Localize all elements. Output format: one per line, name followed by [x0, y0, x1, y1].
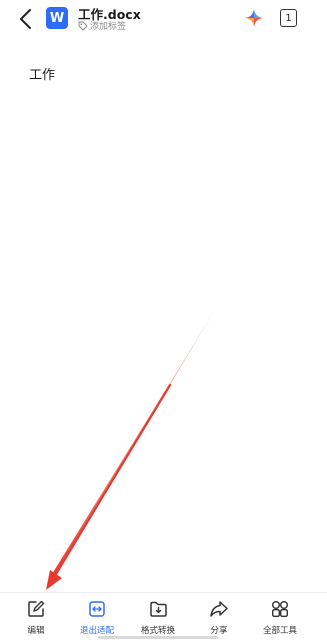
document-text: 工作: [29, 68, 56, 83]
add-tag-button[interactable]: 添加标签: [78, 19, 126, 32]
all-tools-icon: [270, 599, 290, 619]
tag-icon: [78, 21, 88, 31]
exit-fit-button[interactable]: 退出适配: [67, 599, 127, 639]
bottom-toolbar: 编辑 退出适配 格式转换 分享 全部工具: [0, 592, 327, 642]
page-count-button[interactable]: 1: [280, 9, 297, 27]
folder-convert-icon: [148, 599, 168, 619]
edit-icon: [26, 599, 46, 619]
edit-button[interactable]: 编辑: [6, 599, 66, 639]
share-label: 分享: [210, 626, 228, 636]
sparkle-icon: [245, 9, 263, 27]
word-doc-icon: W: [46, 7, 68, 29]
format-convert-label: 格式转换: [140, 626, 175, 636]
home-indicator: [98, 636, 218, 639]
share-icon: [209, 599, 229, 619]
ai-assistant-button[interactable]: [244, 8, 264, 28]
fit-width-icon: [87, 599, 107, 619]
edit-label: 编辑: [27, 626, 45, 636]
top-bar: W 工作.docx 添加标签 1: [0, 0, 327, 42]
all-tools-button[interactable]: 全部工具: [250, 599, 310, 639]
add-tag-label: 添加标签: [90, 22, 127, 32]
share-button[interactable]: 分享: [189, 599, 249, 639]
format-convert-button[interactable]: 格式转换: [128, 599, 188, 639]
all-tools-label: 全部工具: [262, 626, 297, 636]
back-button[interactable]: [12, 6, 38, 32]
chevron-left-icon: [20, 9, 31, 29]
exit-fit-label: 退出适配: [79, 626, 114, 636]
document-canvas[interactable]: 工作: [0, 42, 327, 592]
